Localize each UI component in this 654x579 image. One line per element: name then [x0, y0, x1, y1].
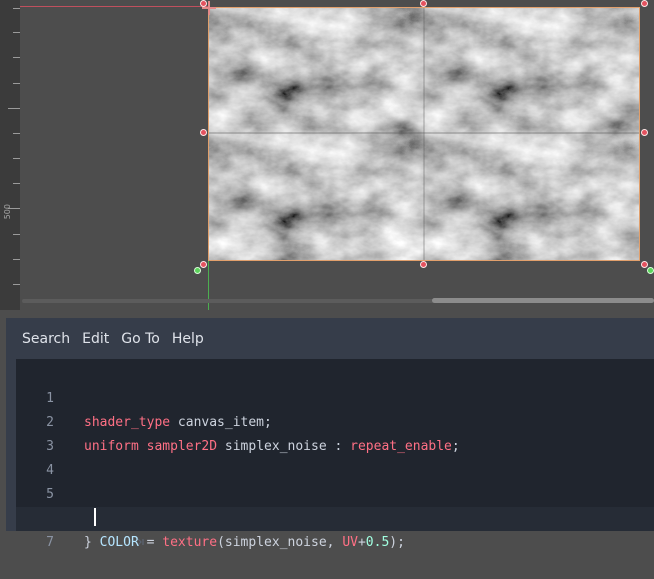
- noise-texture-sprite[interactable]: [208, 7, 639, 260]
- pivot-handle-right[interactable]: [647, 267, 654, 274]
- line-number: 7: [46, 535, 54, 550]
- builtin-token: COLOR: [99, 535, 139, 550]
- resize-handle-top[interactable]: [420, 0, 427, 7]
- vertical-ruler: 500: [0, 0, 20, 310]
- horizontal-axis-guide: [20, 6, 208, 7]
- horizontal-scrollbar-thumb[interactable]: [432, 298, 654, 303]
- number-token: 0.5: [365, 535, 390, 550]
- editor-menubar: Search Edit Go To Help: [6, 318, 654, 359]
- menu-search[interactable]: Search: [16, 331, 76, 347]
- code-line-2[interactable]: 2 uniform sampler2D simplex_noise : repe…: [16, 387, 654, 454]
- menu-go-to[interactable]: Go To: [115, 331, 166, 347]
- resize-handle-bottom[interactable]: [420, 261, 427, 268]
- canvas-viewport[interactable]: 500: [0, 0, 654, 310]
- code-text: }: [84, 535, 92, 550]
- resize-handle-left[interactable]: [200, 129, 207, 136]
- code-line-5[interactable]: 5 COLOR = texture(simplex_noise, UV+0.5)…: [16, 459, 654, 550]
- code-area[interactable]: 1 shader_type canvas_item; 2 uniform sam…: [16, 359, 654, 550]
- code-line-1[interactable]: 1 shader_type canvas_item;: [16, 363, 654, 430]
- pivot-handle-left[interactable]: [194, 267, 201, 274]
- shader-editor: Search Edit Go To Help 1 shader_type can…: [6, 318, 654, 550]
- menu-edit[interactable]: Edit: [76, 331, 115, 347]
- resize-handle-top-left[interactable]: [200, 0, 207, 7]
- code-line-3[interactable]: 3: [16, 411, 654, 454]
- menu-help[interactable]: Help: [166, 331, 210, 347]
- function-token: texture: [162, 535, 218, 550]
- code-line-4[interactable]: 4 void fragment() {: [16, 435, 654, 526]
- resize-handle-bottom-left[interactable]: [200, 261, 207, 268]
- ruler-label: 500: [3, 204, 12, 220]
- resize-handle-right[interactable]: [641, 129, 648, 136]
- code-line-7[interactable]: 7: [16, 507, 654, 550]
- resize-handle-bottom-right[interactable]: [641, 261, 648, 268]
- builtin-token: UV: [342, 535, 358, 550]
- resize-handle-top-right[interactable]: [641, 0, 648, 7]
- code-line-6[interactable]: 6 }: [16, 483, 654, 550]
- text-caret: [94, 508, 96, 526]
